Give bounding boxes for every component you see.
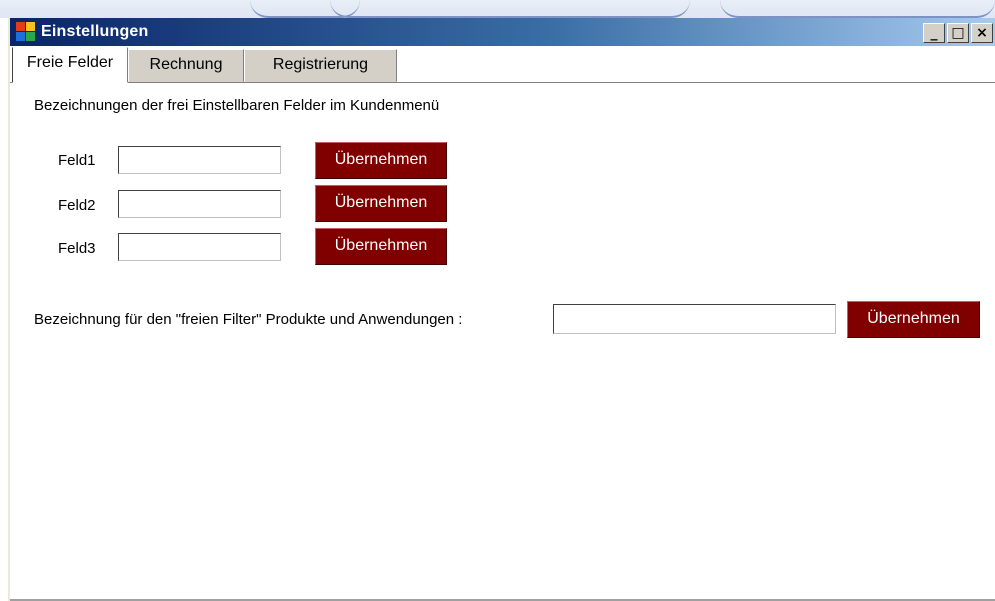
desktop-wave — [720, 0, 995, 18]
filter-input[interactable] — [553, 304, 836, 334]
tab-strip: Freie Felder Rechnung Registrierung — [10, 46, 995, 83]
feld3-label: Feld3 — [58, 240, 96, 257]
feld1-apply-button[interactable]: Übernehmen — [315, 142, 447, 179]
minimize-button[interactable]: _ — [923, 23, 945, 43]
settings-window: Einstellungen _ □ × Freie Felder Rechnun… — [8, 18, 995, 601]
filter-label: Bezeichnung für den "freien Filter" Prod… — [34, 311, 463, 328]
maximize-button[interactable]: □ — [947, 23, 969, 43]
close-button[interactable]: × — [971, 23, 993, 43]
desktop-wave — [330, 0, 690, 18]
feld2-input[interactable] — [118, 190, 281, 218]
tab-label: Registrierung — [272, 56, 369, 73]
feld2-apply-button[interactable]: Übernehmen — [315, 185, 447, 222]
close-icon: × — [976, 25, 988, 41]
tab-registrierung[interactable]: Registrierung — [244, 49, 397, 82]
feld1-input[interactable] — [118, 146, 281, 174]
window-title: Einstellungen — [41, 23, 149, 40]
tab-label: Rechnung — [149, 56, 223, 73]
tab-label: Freie Felder — [26, 54, 114, 71]
tab-panel-freie-felder: Bezeichnungen der frei Einstellbaren Fel… — [10, 82, 995, 601]
desktop-background — [0, 0, 995, 18]
window-controls: _ □ × — [923, 23, 995, 43]
minimize-icon: _ — [930, 25, 938, 41]
tab-freie-felder[interactable]: Freie Felder — [12, 47, 128, 83]
feld1-label: Feld1 — [58, 152, 96, 169]
tab-rechnung[interactable]: Rechnung — [128, 49, 244, 82]
section-heading: Bezeichnungen der frei Einstellbaren Fel… — [34, 97, 440, 114]
feld3-apply-button[interactable]: Übernehmen — [315, 228, 447, 265]
maximize-icon: □ — [951, 25, 965, 41]
app-icon[interactable] — [16, 22, 36, 42]
feld3-input[interactable] — [118, 233, 281, 261]
title-bar[interactable]: Einstellungen _ □ × — [10, 18, 995, 46]
filter-apply-button[interactable]: Übernehmen — [847, 301, 980, 338]
feld2-label: Feld2 — [58, 197, 96, 214]
